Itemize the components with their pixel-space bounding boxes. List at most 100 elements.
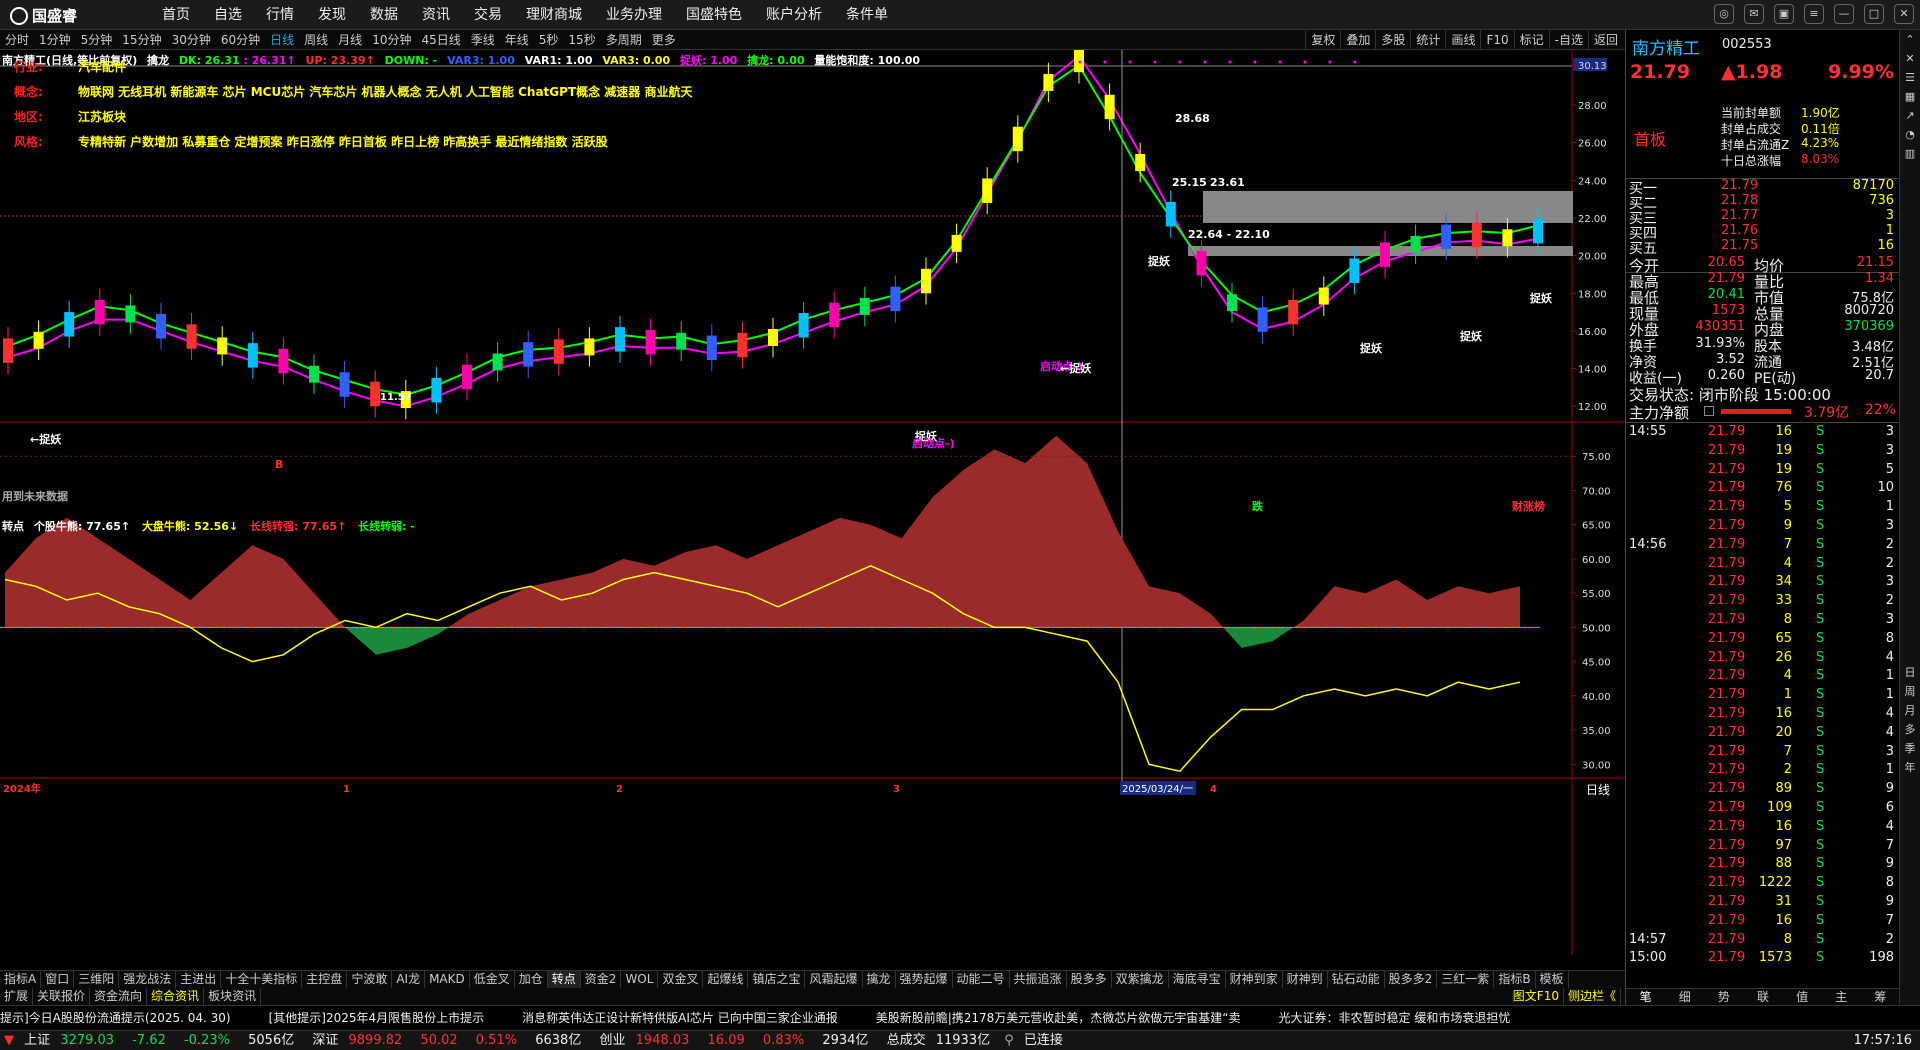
indicator-tab-5[interactable]: 十全十美指标 bbox=[221, 971, 303, 988]
period-tab-14[interactable]: 15秒 bbox=[563, 30, 600, 50]
period-tab-10[interactable]: 45日线 bbox=[416, 30, 465, 50]
sidebar-period-1[interactable]: 周 bbox=[1900, 682, 1920, 701]
tool-button-0[interactable]: 复权 bbox=[1305, 30, 1340, 50]
quote-tab-3[interactable]: 联 bbox=[1743, 989, 1782, 1005]
app-logo[interactable]: 国盛睿 bbox=[10, 5, 77, 26]
sidebar-period-5[interactable]: 年 bbox=[1900, 758, 1920, 777]
tool-button-8[interactable]: 返回 bbox=[1587, 30, 1623, 50]
period-tab-2[interactable]: 5分钟 bbox=[76, 30, 118, 50]
indicator-tab-10[interactable]: 低金叉 bbox=[470, 971, 515, 988]
period-tab-8[interactable]: 月线 bbox=[333, 30, 367, 50]
bottom-tab-2[interactable]: 资金流向 bbox=[90, 988, 148, 1005]
indicator-tab-27[interactable]: 财神到 bbox=[1283, 971, 1328, 988]
bottom-tab-3[interactable]: 综合资讯 bbox=[147, 988, 205, 1005]
sidebar-close-icon[interactable]: ✕ bbox=[1900, 49, 1920, 68]
nav-item-9[interactable]: 国盛特色 bbox=[674, 0, 754, 30]
sidebar-list-icon[interactable]: ☰ bbox=[1900, 68, 1920, 87]
period-tab-16[interactable]: 更多 bbox=[647, 30, 681, 50]
indicator-tab-16[interactable]: 起爆线 bbox=[703, 971, 749, 988]
news-item-0[interactable]: 提示]今日A股股份流通提示(2025. 04. 30) bbox=[0, 1006, 269, 1030]
quote-tab-5[interactable]: 主 bbox=[1822, 989, 1861, 1005]
indicator-tab-8[interactable]: AI龙 bbox=[392, 971, 426, 988]
chat-icon[interactable]: ◎ bbox=[1714, 4, 1734, 24]
quote-tab-4[interactable]: 值 bbox=[1783, 989, 1822, 1005]
news-item-1[interactable]: [其他提示]2025年4月限售股份上市提示 bbox=[269, 1006, 523, 1030]
sidebar-grid-icon[interactable]: ▦ bbox=[1900, 87, 1920, 106]
order-row[interactable]: 买三 21.77 3 bbox=[1626, 208, 1900, 227]
minimize-icon[interactable]: — bbox=[1834, 4, 1854, 24]
indicator-tab-7[interactable]: 宁波敢 bbox=[347, 971, 393, 988]
indicator-tab-26[interactable]: 财神到家 bbox=[1226, 971, 1283, 988]
period-tab-5[interactable]: 60分钟 bbox=[216, 30, 265, 50]
indicator-tab-19[interactable]: 擒龙 bbox=[863, 971, 896, 988]
news-item-3[interactable]: 美股新股前瞻|携2178万美元营收赴美，杰微芯片欲做元宇宙基建“卖 bbox=[876, 1006, 1279, 1030]
sidebar-chart-icon[interactable]: ↗ bbox=[1900, 106, 1920, 125]
indicator-tab-20[interactable]: 强势起爆 bbox=[896, 971, 953, 988]
order-row[interactable]: 买五 21.75 16 bbox=[1626, 238, 1900, 257]
indicator-tab-28[interactable]: 钻石动能 bbox=[1328, 971, 1385, 988]
indicator-tab-14[interactable]: WOL bbox=[621, 971, 659, 988]
indicator-tab-11[interactable]: 加仓 bbox=[515, 971, 548, 988]
quote-tab-1[interactable]: 细 bbox=[1665, 989, 1704, 1005]
maximize-icon[interactable]: □ bbox=[1864, 4, 1884, 24]
sidebar-period-0[interactable]: 日 bbox=[1900, 663, 1920, 682]
sidebar-collapse-icon[interactable]: ⌃ bbox=[1900, 30, 1920, 49]
order-row[interactable]: 买四 21.76 1 bbox=[1626, 223, 1900, 242]
nav-item-10[interactable]: 账户分析 bbox=[754, 0, 834, 30]
main-net-checkbox[interactable] bbox=[1704, 406, 1714, 416]
indicator-tab-13[interactable]: 资金2 bbox=[581, 971, 622, 988]
indicator-tab-30[interactable]: 三红一紫 bbox=[1437, 971, 1495, 988]
bottom-tab-4[interactable]: 板块资讯 bbox=[204, 988, 262, 1005]
tool-button-5[interactable]: F10 bbox=[1480, 30, 1513, 50]
nav-item-0[interactable]: 首页 bbox=[150, 0, 202, 30]
period-tab-0[interactable]: 分时 bbox=[0, 30, 34, 50]
indicator-tab-21[interactable]: 动能二号 bbox=[953, 971, 1010, 988]
nav-item-7[interactable]: 理财商城 bbox=[514, 0, 594, 30]
skin-icon[interactable]: ▣ bbox=[1774, 4, 1794, 24]
indicator-tab-2[interactable]: 三维阳 bbox=[74, 971, 120, 988]
nav-item-6[interactable]: 交易 bbox=[462, 0, 514, 30]
indicator-tab-23[interactable]: 股多多 bbox=[1067, 971, 1112, 988]
nav-item-4[interactable]: 数据 bbox=[358, 0, 410, 30]
tool-button-6[interactable]: 标记 bbox=[1513, 30, 1549, 50]
indicator-tab-17[interactable]: 镇店之宝 bbox=[748, 971, 806, 988]
sidebar-period-3[interactable]: 多 bbox=[1900, 720, 1920, 739]
indicator-tab-24[interactable]: 双紫擒龙 bbox=[1112, 971, 1169, 988]
period-tab-3[interactable]: 15分钟 bbox=[117, 30, 166, 50]
tool-button-1[interactable]: 叠加 bbox=[1340, 30, 1375, 50]
indicator-tab-25[interactable]: 海底寻宝 bbox=[1169, 971, 1226, 988]
kline-chart[interactable]: 30.13 28.00 26.00 24.00 22.00 20.00 18.00 16.00… bbox=[0, 36, 1625, 970]
sh-name[interactable]: 上证 bbox=[24, 1031, 50, 1050]
period-tab-7[interactable]: 周线 bbox=[299, 30, 333, 50]
period-tab-6[interactable]: 日线 bbox=[265, 30, 299, 50]
period-tab-12[interactable]: 年线 bbox=[500, 30, 534, 50]
quote-tab-6[interactable]: 筹 bbox=[1861, 989, 1900, 1005]
tool-button-4[interactable]: 画线 bbox=[1445, 30, 1480, 50]
indicator-tab-22[interactable]: 共振追涨 bbox=[1010, 971, 1067, 988]
indicator-tab-1[interactable]: 窗口 bbox=[41, 971, 75, 988]
indicator-tab-4[interactable]: 主进出 bbox=[176, 971, 222, 988]
indicator-tab-12[interactable]: 转点 bbox=[547, 971, 581, 988]
bottom-tab-0[interactable]: 扩展 bbox=[0, 988, 34, 1005]
message-icon[interactable]: ✉ bbox=[1744, 4, 1764, 24]
news-item-2[interactable]: 消息称英伟达正设计新特供版AI芯片 已向中国三家企业通报 bbox=[522, 1006, 876, 1030]
bottom-right-tab-0[interactable]: 图文F10 bbox=[1509, 988, 1564, 1005]
period-tab-15[interactable]: 多周期 bbox=[601, 30, 647, 50]
quote-tab-0[interactable]: 笔 bbox=[1626, 989, 1665, 1005]
quote-tab-2[interactable]: 势 bbox=[1704, 989, 1743, 1005]
indicator-tab-18[interactable]: 风霜起爆 bbox=[805, 971, 863, 988]
indicator-tab-0[interactable]: 指标A bbox=[0, 971, 42, 988]
indicator-tab-6[interactable]: 主控盘 bbox=[302, 971, 348, 988]
tool-button-3[interactable]: 统计 bbox=[1410, 30, 1445, 50]
nav-item-11[interactable]: 条件单 bbox=[834, 0, 900, 30]
kline-chart-area[interactable]: 30.13 28.00 26.00 24.00 22.00 20.00 18.00 16.00… bbox=[0, 36, 1625, 970]
nav-item-1[interactable]: 自选 bbox=[202, 0, 254, 30]
indicator-tab-15[interactable]: 双金叉 bbox=[658, 971, 704, 988]
period-tab-4[interactable]: 30分钟 bbox=[167, 30, 216, 50]
period-tab-9[interactable]: 10分钟 bbox=[367, 30, 416, 50]
cy-name[interactable]: 创业 bbox=[599, 1031, 625, 1050]
nav-item-2[interactable]: 行情 bbox=[254, 0, 306, 30]
sidebar-period-2[interactable]: 月 bbox=[1900, 701, 1920, 720]
sz-name[interactable]: 深证 bbox=[312, 1031, 338, 1050]
indicator-tab-31[interactable]: 指标B bbox=[1494, 971, 1536, 988]
